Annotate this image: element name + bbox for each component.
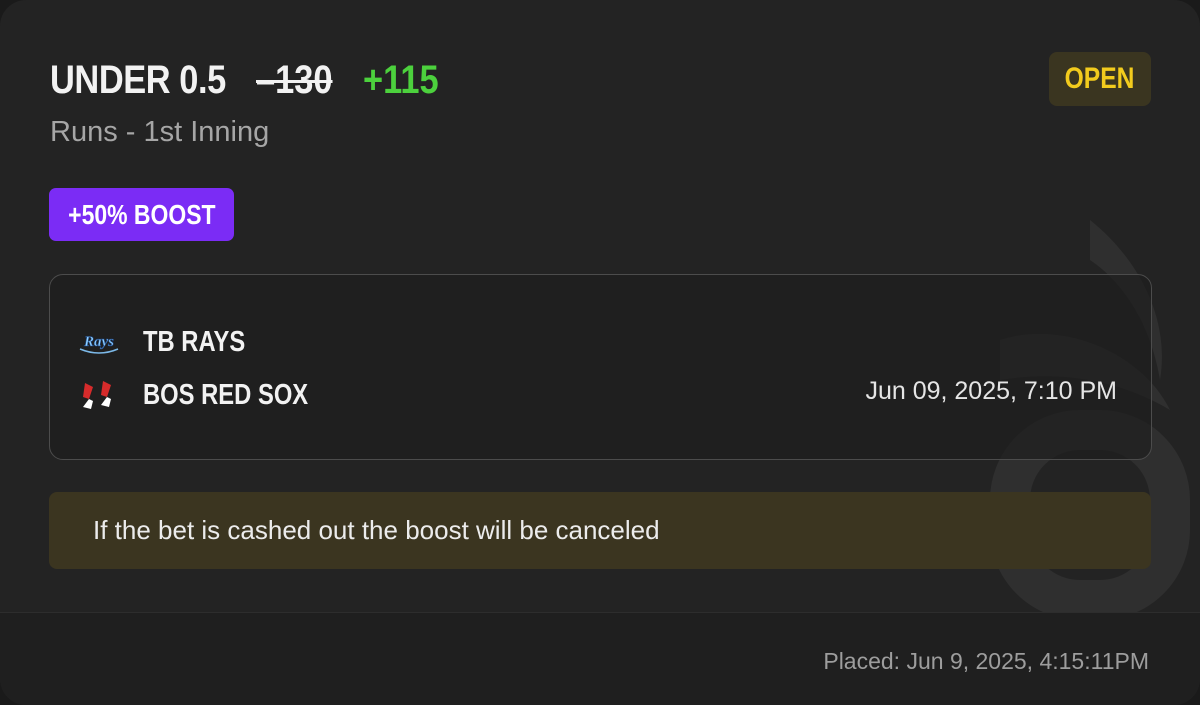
status-badge: OPEN <box>1049 52 1151 106</box>
rays-logo-text: Rays <box>83 334 114 350</box>
away-team-row: Rays TB RAYS <box>77 322 268 362</box>
home-team-name: BOS RED SOX <box>143 378 309 411</box>
status-label: OPEN <box>1065 62 1135 95</box>
bet-market: Runs - 1st Inning <box>50 116 270 148</box>
home-team-row: BOS RED SOX <box>77 375 344 415</box>
boost-badge: +50% BOOST <box>49 188 234 241</box>
bet-selection-title: UNDER 0.5 <box>50 57 226 102</box>
bet-footer: Placed: Jun 9, 2025, 4:15:11PM <box>0 613 1200 705</box>
bet-title-row: UNDER 0.5 –130 +115 <box>50 52 439 108</box>
game-datetime: Jun 09, 2025, 7:10 PM <box>865 377 1117 405</box>
boosted-odds: +115 <box>363 58 439 102</box>
boost-cashout-notice: If the bet is cashed out the boost will … <box>49 492 1151 569</box>
original-odds: –130 <box>256 58 333 102</box>
placed-timestamp: Placed: Jun 9, 2025, 4:15:11PM <box>823 648 1149 674</box>
bet-card[interactable]: UNDER 0.5 –130 +115 Runs - 1st Inning OP… <box>0 0 1200 705</box>
away-team-name: TB RAYS <box>143 325 246 358</box>
notice-text: If the bet is cashed out the boost will … <box>93 515 660 545</box>
red-sox-logo-icon <box>77 378 121 412</box>
rays-logo-icon: Rays <box>77 325 121 359</box>
boost-label: +50% BOOST <box>67 198 216 230</box>
game-info-box[interactable]: Rays TB RAYS BOS RED SOX Jun 09, 2025, 7… <box>49 274 1152 460</box>
